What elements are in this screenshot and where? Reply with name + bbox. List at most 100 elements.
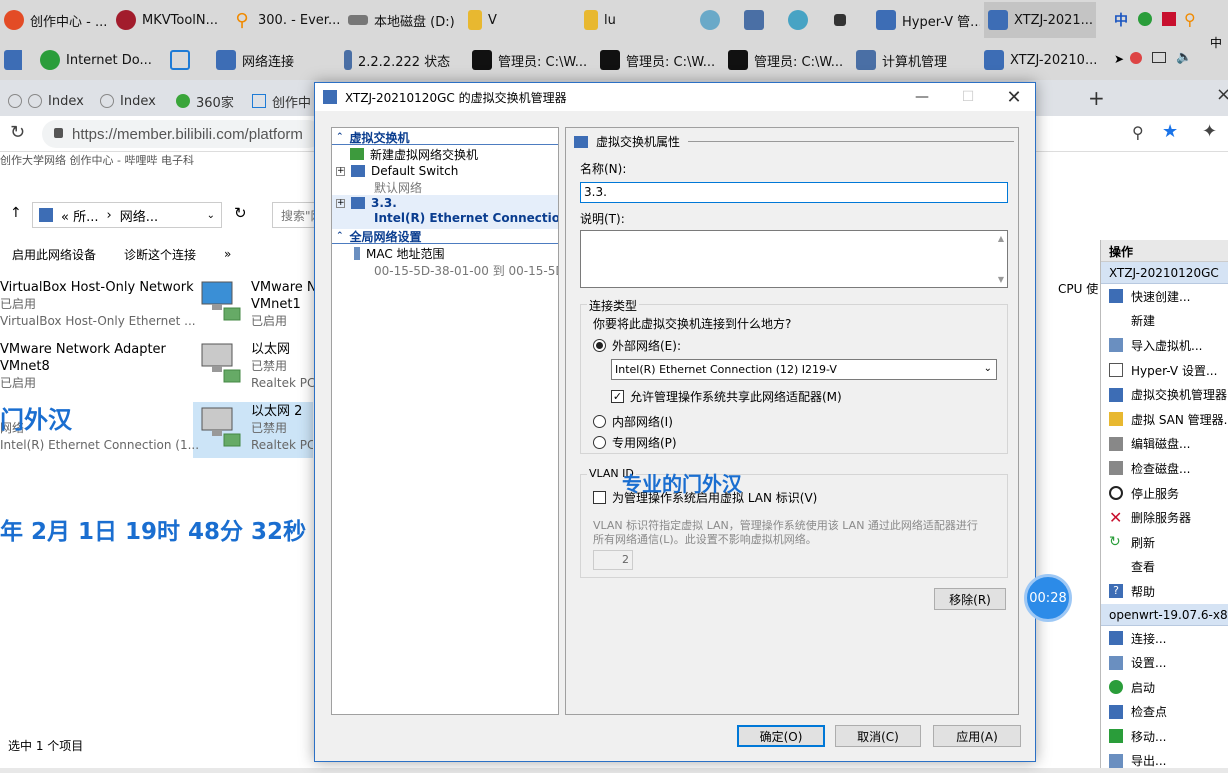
action-settings[interactable]: 设置... (1101, 650, 1228, 675)
new-tab-button[interactable]: + (1088, 86, 1105, 110)
action-hyperv-settings[interactable]: Hyper-V 设置... (1101, 358, 1228, 383)
action-checkpoint[interactable]: 检查点 (1101, 700, 1228, 725)
description-input[interactable]: ▲ ▼ (580, 230, 1008, 288)
star-icon[interactable]: ★ (1162, 121, 1178, 142)
action-import[interactable]: 导入虚拟机... (1101, 333, 1228, 358)
refresh-icon[interactable]: ↻ (234, 204, 247, 222)
action-view[interactable]: 查看 (1101, 555, 1228, 580)
flower-icon[interactable] (1130, 52, 1142, 64)
zoom-icon[interactable]: ⚲ (1132, 123, 1144, 142)
taskbar-item-app-c[interactable] (784, 2, 812, 38)
scroll-up-icon[interactable]: ▲ (998, 234, 1004, 243)
ime-indicator[interactable]: 中 (1114, 10, 1128, 30)
action-connect[interactable]: 连接... (1101, 626, 1228, 651)
more-commands-button[interactable]: » (224, 247, 231, 261)
search-icon[interactable]: ⚲ (1184, 10, 1196, 29)
browser-tab[interactable]: Index (92, 86, 164, 116)
taskbar-item-network-connections[interactable]: 网络连接 (212, 42, 336, 78)
expand-icon[interactable]: + (336, 198, 345, 208)
extensions-icon[interactable]: ✦ (1202, 121, 1217, 142)
expand-icon[interactable]: + (336, 166, 345, 176)
action-start[interactable]: 启动 (1101, 675, 1228, 700)
cancel-button[interactable]: 取消(C) (835, 725, 921, 747)
private-network-radio[interactable]: 专用网络(P) (593, 434, 677, 451)
list-item[interactable]: 以太网 已禁用 Realtek PC (251, 341, 315, 392)
taskbar-item-everything[interactable]: ⚲ 300. - Ever... (228, 2, 340, 38)
close-button[interactable]: ✕ (991, 83, 1037, 111)
external-network-radio[interactable]: 外部网络(E): (593, 337, 681, 354)
close-icon[interactable]: × (1216, 84, 1228, 105)
address-bar[interactable]: https://member.bilibili.com/platform (42, 120, 322, 148)
taskbar-item-computer-management[interactable]: 计算机管理 (852, 42, 974, 78)
action-edit-disk[interactable]: 编辑磁盘... (1101, 432, 1228, 457)
taskbar-item-folder-v[interactable]: V (464, 2, 564, 38)
list-item[interactable]: VirtualBox Host-Only Network 已启用 Virtual… (0, 279, 196, 330)
browser-tab[interactable]: 360家 (168, 86, 242, 116)
volume-icon[interactable]: 🔈 (1176, 50, 1192, 65)
up-arrow-icon[interactable]: ↑ (10, 205, 22, 221)
taskbar-item-switch-manager[interactable]: XTZJ-2021... (984, 2, 1096, 38)
action-refresh[interactable]: ↻ 刷新 (1101, 530, 1228, 555)
network-icon[interactable] (1152, 52, 1166, 63)
browser-tab[interactable]: Index (20, 86, 92, 116)
taskbar-item-cmd-2[interactable]: 管理员: C:\W... (596, 42, 718, 78)
list-item[interactable]: VMware N VMnet1 已启用 (251, 279, 315, 330)
enable-device-button[interactable]: 启用此网络设备 (12, 246, 96, 263)
allow-management-share-checkbox[interactable]: ✓ 允许管理操作系统共享此网络适配器(M) (611, 388, 842, 405)
tree-item-new-switch[interactable]: 新建虚拟网络交换机 (332, 145, 558, 163)
diagnose-button[interactable]: 诊断这个连接 (124, 246, 196, 263)
remove-button[interactable]: 移除(R) (934, 588, 1006, 610)
apply-button[interactable]: 应用(A) (933, 725, 1021, 747)
action-remove-server[interactable]: ✕ 删除服务器 (1101, 505, 1228, 530)
taskbar-item-cmd-1[interactable]: 管理员: C:\W... (468, 42, 590, 78)
scroll-down-icon[interactable]: ▼ (998, 275, 1004, 284)
tray-app-icon-2[interactable] (1162, 12, 1176, 26)
reload-icon[interactable]: ↻ (10, 122, 25, 143)
ok-button[interactable]: 确定(O) (737, 725, 825, 747)
action-move[interactable]: 移动... (1101, 724, 1228, 749)
breadcrumb[interactable]: « 所... › 网络... ⌄ (32, 202, 222, 228)
action-quick-create[interactable]: 快速创建... (1101, 284, 1228, 309)
list-item[interactable]: VMware Network Adapter VMnet8 已启用 (0, 341, 190, 392)
list-item-selected[interactable]: 以太网 2 已禁用 Realtek PC (251, 403, 313, 454)
tray-app-icon[interactable] (1138, 12, 1152, 26)
taskbar-item-mkvtoolnix[interactable]: MKVToolN... (112, 2, 228, 38)
action-export[interactable]: 导出... (1101, 749, 1228, 773)
taskbar-item-folder-lu[interactable]: lu (580, 2, 680, 38)
taskbar-item-app-e[interactable] (0, 42, 22, 78)
tree-section-switches[interactable]: ⌃ 虚拟交换机 (332, 130, 558, 145)
action-inspect-disk[interactable]: 检查磁盘... (1101, 456, 1228, 481)
action-san-manager[interactable]: 虚拟 SAN 管理器... (1101, 407, 1228, 432)
tree-item-selected-switch[interactable]: +3.3. Intel(R) Ethernet Connection ... (332, 195, 558, 229)
taskbar-item-hyperv-2[interactable]: XTZJ-20210... (980, 42, 1096, 78)
taskbar-item-cmd-3[interactable]: 管理员: C:\W... (724, 42, 846, 78)
tree-item-mac-range[interactable]: MAC 地址范围 (332, 244, 558, 262)
taskbar-item-app-b[interactable] (740, 2, 768, 38)
action-switch-manager[interactable]: 虚拟交换机管理器... (1101, 382, 1228, 407)
taskbar-item-app-f[interactable] (166, 42, 194, 78)
ime-indicator-2[interactable]: 中 (1210, 34, 1222, 51)
taskbar-item-app-a[interactable] (696, 2, 724, 38)
internal-network-radio[interactable]: 内部网络(I) (593, 413, 673, 430)
recording-timer[interactable]: 00:28 (1024, 574, 1072, 622)
taskbar-item-chrome[interactable]: 创作中心 - ... (0, 2, 108, 38)
taskbar-item-app-d[interactable] (830, 2, 858, 38)
vlan-id-input[interactable]: 2 (593, 550, 633, 570)
minimize-button[interactable]: — (899, 83, 945, 111)
name-input[interactable]: 3.3. (580, 182, 1008, 203)
action-stop-service[interactable]: 停止服务 (1101, 481, 1228, 506)
collapse-icon[interactable]: ⌃ (336, 231, 344, 241)
taskbar-item-hyperv[interactable]: Hyper-V 管... (872, 2, 980, 38)
collapse-icon[interactable]: ⌃ (336, 132, 344, 142)
action-help[interactable]: ? 帮助 (1101, 579, 1228, 604)
action-new[interactable]: 新建 (1101, 309, 1228, 334)
chevron-down-icon[interactable]: ⌄ (207, 210, 215, 221)
tree-item-default-switch[interactable]: + Default Switch (332, 163, 558, 179)
maximize-button[interactable]: ☐ (945, 83, 991, 111)
taskbar-item-local-disk[interactable]: 本地磁盘 (D:) (344, 2, 456, 38)
taskbar-item-adapter-status[interactable]: 2.2.2.222 状态 (340, 42, 464, 78)
tree-section-global[interactable]: ⌃ 全局网络设置 (332, 229, 558, 244)
browser-tab[interactable]: 创作中 (244, 86, 319, 116)
adapter-select[interactable]: Intel(R) Ethernet Connection (12) I219-V… (611, 359, 997, 380)
taskbar-item-idm[interactable]: Internet Do... (36, 42, 172, 78)
